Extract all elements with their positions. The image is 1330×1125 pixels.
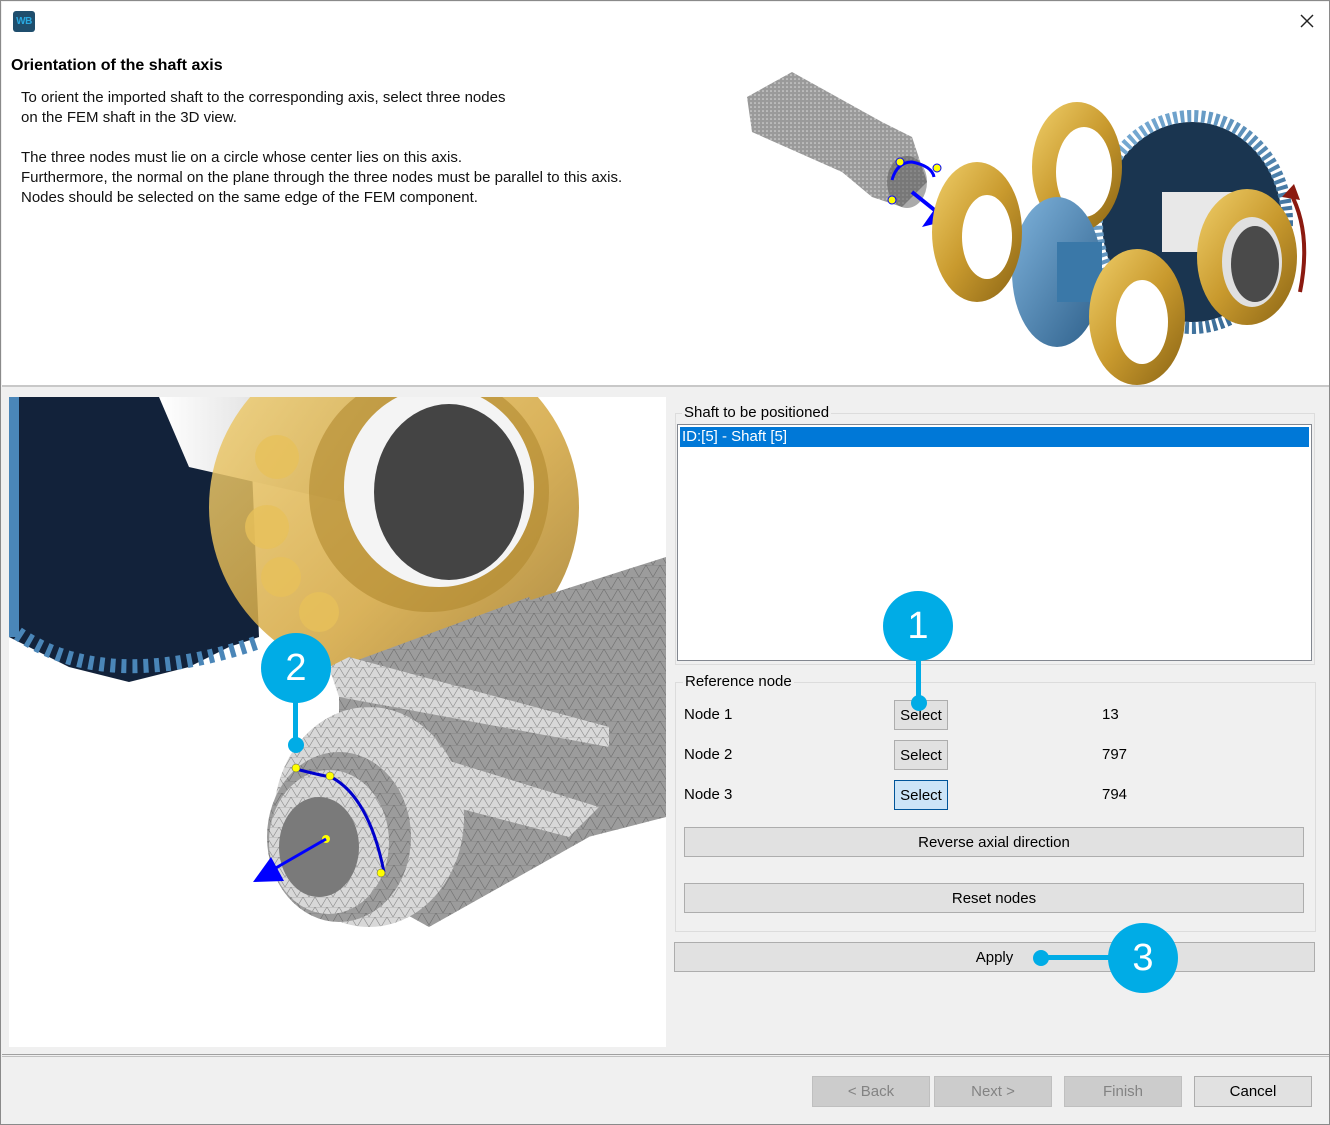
- bearing-shape: [932, 162, 1022, 302]
- instruction-line: on the FEM shaft in the 3D view.: [21, 109, 237, 126]
- apply-button[interactable]: Apply: [674, 942, 1315, 972]
- shaft-list-item[interactable]: ID:[5] - Shaft [5]: [680, 427, 1309, 447]
- callout-3-badge: 3: [1108, 923, 1178, 993]
- 3d-scene[interactable]: [9, 397, 666, 1047]
- node-marker: [376, 868, 386, 878]
- assembly-illustration: [747, 72, 1307, 385]
- reference-node-label: Reference node: [683, 673, 794, 690]
- bearing-shape: [1089, 249, 1185, 385]
- instruction-line: Nodes should be selected on the same edg…: [21, 189, 478, 206]
- reset-nodes-button[interactable]: Reset nodes: [684, 883, 1304, 913]
- node-3-select-button[interactable]: Select: [894, 780, 948, 810]
- shaft-listbox[interactable]: ID:[5] - Shaft [5]: [677, 424, 1312, 661]
- callout-1-badge: 1: [883, 591, 953, 661]
- node-2-label: Node 2: [684, 746, 733, 763]
- node-3-value: 794: [1102, 786, 1128, 803]
- reverse-axial-direction-button[interactable]: Reverse axial direction: [684, 827, 1304, 857]
- node-marker: [932, 163, 942, 173]
- app-logo-icon: WB: [13, 11, 35, 32]
- fem-shaft-shape: [747, 72, 927, 208]
- finish-button[interactable]: Finish: [1064, 1076, 1182, 1107]
- node-1-label: Node 1: [684, 706, 733, 723]
- callout-2-badge: 2: [261, 633, 331, 703]
- instruction-line: Furthermore, the normal on the plane thr…: [21, 169, 623, 186]
- node-2-select-button[interactable]: Select: [894, 740, 948, 770]
- callout-3-line: [1041, 955, 1111, 960]
- header-panel: WB Orientation of the shaft axis To orie…: [2, 2, 1329, 387]
- wizard-window: WB Orientation of the shaft axis To orie…: [0, 0, 1330, 1125]
- node-marker: [895, 157, 905, 167]
- next-button[interactable]: Next >: [934, 1076, 1052, 1107]
- callout-3-dot: [1033, 950, 1049, 966]
- instruction-line: To orient the imported shaft to the corr…: [21, 89, 506, 106]
- instructions-text: To orient the imported shaft to the corr…: [21, 88, 622, 208]
- close-icon: [1300, 14, 1314, 28]
- cancel-button[interactable]: Cancel: [1194, 1076, 1312, 1107]
- callout-1-dot: [911, 695, 927, 711]
- 3d-viewport[interactable]: [9, 397, 666, 1047]
- node-marker: [291, 763, 301, 773]
- shaft-group-label: Shaft to be positioned: [682, 404, 832, 421]
- node-3-label: Node 3: [684, 786, 733, 803]
- node-marker: [325, 771, 335, 781]
- small-gear-shape: [1012, 197, 1102, 347]
- footer-divider: [2, 1054, 1329, 1057]
- node-marker: [887, 195, 897, 205]
- close-button[interactable]: [1295, 9, 1319, 33]
- back-button[interactable]: < Back: [812, 1076, 930, 1107]
- bearing-shape: [1197, 189, 1297, 325]
- node-2-value: 797: [1102, 746, 1128, 763]
- page-title: Orientation of the shaft axis: [11, 57, 223, 74]
- node-1-value: 13: [1102, 706, 1119, 723]
- callout-2-dot: [288, 737, 304, 753]
- instruction-line: The three nodes must lie on a circle who…: [21, 149, 463, 166]
